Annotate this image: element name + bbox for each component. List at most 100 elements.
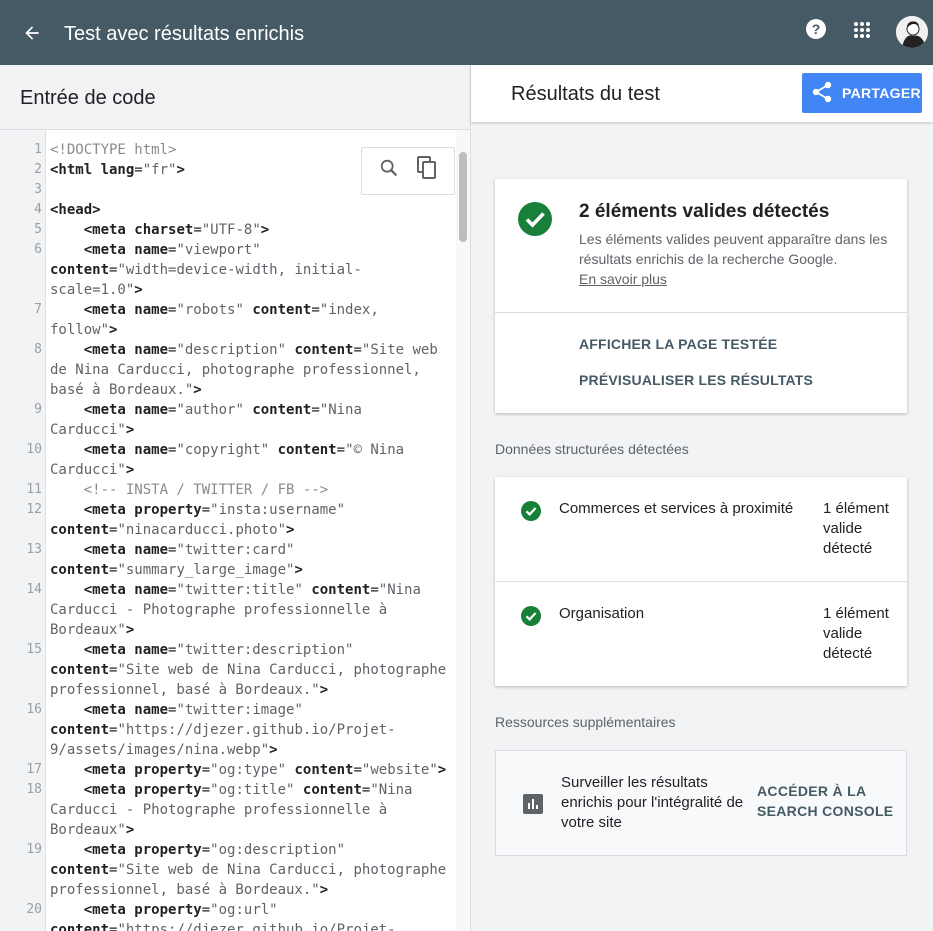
code-editor[interactable]: 1 <!DOCTYPE html> 2 <html lang="fr"> 3 4 <head… — [0, 130, 470, 931]
structured-data-card: Commerces et services à proximité 1 élém… — [495, 477, 907, 686]
code-line: <meta name="copyright" content="© Nina — [83, 442, 405, 458]
scrollbar-thumb[interactable] — [459, 152, 467, 242]
results-title: Résultats du test — [511, 83, 660, 105]
code-panel-header: Entrée de code — [0, 65, 470, 130]
resources-card: Surveiller les résultats enrichis pour l… — [495, 750, 907, 856]
code-line: content="Site web de Nina Carducci, phot… — [50, 662, 447, 678]
code-line: <meta name="viewport" — [83, 242, 261, 258]
code-line: <meta name="twitter:title" content="Nina — [83, 582, 421, 598]
app-header: Test avec résultats enrichis ? — [0, 0, 933, 65]
check-circle-icon — [521, 501, 541, 521]
results-panel: Résultats du test PARTAGER 2 éléments va… — [471, 65, 933, 931]
code-panel-title: Entrée de code — [20, 87, 156, 109]
code-line: <meta name="twitter:description" — [83, 642, 354, 658]
line-number: 17 — [26, 762, 42, 777]
apps-grid-icon[interactable] — [852, 20, 876, 44]
line-number: 9 — [34, 402, 42, 417]
code-line: <meta name="robots" content="index, — [83, 302, 379, 318]
code-line: follow"> — [50, 322, 118, 338]
line-number: 6 — [34, 242, 42, 257]
line-number: 10 — [26, 442, 42, 457]
line-number: 4 — [34, 202, 42, 217]
code-scrollbar[interactable] — [456, 130, 470, 931]
code-line: <!-- INSTA / TWITTER / FB --> — [50, 482, 329, 498]
line-number: 7 — [34, 302, 42, 317]
view-tested-page-button[interactable]: AFFICHER LA PAGE TESTÉE — [579, 336, 777, 352]
divider — [495, 312, 907, 313]
check-circle-icon — [517, 201, 553, 237]
check-circle-icon — [521, 606, 541, 626]
line-number: 3 — [34, 182, 42, 197]
share-icon — [812, 81, 832, 106]
code-line: basé à Bordeaux."> — [50, 382, 202, 398]
search-icon[interactable] — [378, 157, 400, 185]
code-line: Carducci - Photographe professionnelle à — [50, 802, 388, 818]
code-line: content="width=device-width, initial- — [50, 262, 362, 278]
line-number: 2 — [34, 162, 42, 177]
line-number: 1 — [34, 142, 42, 157]
structured-item-name: Commerces et services à proximité — [559, 500, 794, 517]
line-number: 20 — [26, 902, 42, 917]
code-line: <meta charset="UTF-8"> — [83, 222, 270, 238]
line-number: 15 — [26, 642, 42, 657]
preview-results-button[interactable]: PRÉVISUALISER LES RÉSULTATS — [579, 372, 813, 388]
app-title: Test avec résultats enrichis — [64, 23, 305, 45]
code-line: content="https://djezer.github.io/Projet… — [50, 722, 396, 738]
avatar[interactable] — [896, 16, 928, 48]
copy-icon[interactable] — [416, 156, 438, 186]
summary-title: 2 éléments valides détectés — [579, 201, 830, 222]
line-number: 16 — [26, 702, 42, 717]
line-number: 11 — [26, 482, 42, 497]
line-number: 14 — [26, 582, 42, 597]
code-line: Carducci"> — [50, 462, 135, 478]
results-header: Résultats du test PARTAGER — [471, 65, 933, 122]
code-line: <meta name="description" content="Site w… — [83, 342, 438, 358]
code-line: Carducci"> — [50, 422, 135, 438]
code-line: content="ninacarducci.photo"> — [50, 522, 295, 538]
code-line: Bordeaux"> — [50, 822, 135, 838]
bar-chart-icon — [523, 794, 543, 814]
code-tools — [361, 147, 455, 195]
code-line: content="summary_large_image"> — [50, 562, 303, 578]
code-line: <meta name="author" content="Nina — [83, 402, 362, 418]
structured-item-name: Organisation — [559, 605, 645, 622]
code-line: <meta property="og:title" content="Nina — [83, 782, 413, 798]
line-number: 12 — [26, 502, 42, 517]
structured-item-count: 1 élément valide détecté — [823, 605, 889, 662]
code-line: scale=1.0"> — [50, 282, 143, 298]
code-line: professionnel, basé à Bordeaux."> — [50, 682, 329, 698]
code-line: Carducci - Photographe professionnelle à — [50, 602, 388, 618]
summary-card: 2 éléments valides détectés Les éléments… — [495, 179, 907, 413]
resource-text: Surveiller les résultats enrichis pour l… — [561, 774, 744, 831]
learn-more-link[interactable]: En savoir plus — [579, 271, 667, 287]
arrow-back-icon[interactable] — [16, 17, 48, 49]
share-button[interactable]: PARTAGER — [802, 73, 922, 113]
code-line: <meta name="twitter:image" — [83, 702, 303, 718]
structured-item-organization[interactable]: Organisation 1 élément valide détecté — [495, 582, 907, 686]
code-line: content="Site web de Nina Carducci, phot… — [50, 862, 447, 878]
structured-data-heading: Données structurées détectées — [495, 441, 689, 457]
line-number: 18 — [26, 782, 42, 797]
structured-item-local-business[interactable]: Commerces et services à proximité 1 élém… — [495, 477, 907, 582]
code-line: professionnel, basé à Bordeaux."> — [50, 882, 329, 898]
svg-text:?: ? — [812, 21, 821, 37]
code-line: <meta name="twitter:card" — [83, 542, 295, 558]
line-number: 8 — [34, 342, 42, 357]
share-label: PARTAGER — [842, 85, 921, 101]
line-number: 13 — [26, 542, 42, 557]
line-number: 19 — [26, 842, 42, 857]
help-icon[interactable]: ? — [804, 17, 828, 41]
summary-description: Les éléments valides peuvent apparaître … — [579, 231, 888, 287]
code-line: <head> — [50, 202, 101, 218]
code-line: <meta property="insta:username" — [83, 502, 346, 518]
code-line: content="https://djezer.github.io/Projet… — [50, 922, 396, 931]
structured-item-count: 1 élément valide détecté — [823, 500, 889, 557]
code-line: <meta property="og:url" — [83, 902, 278, 918]
line-number: 5 — [34, 222, 42, 237]
code-line: <meta property="og:description" — [83, 842, 346, 858]
search-console-link[interactable]: ACCÉDER À LA SEARCH CONSOLE — [757, 781, 897, 821]
code-line: Bordeaux"> — [50, 622, 135, 638]
code-line: de Nina Carducci, photographe profession… — [50, 362, 421, 378]
code-input-panel: Entrée de code 1 <!DOCTYPE html> 2 <html la… — [0, 65, 471, 931]
code-line: <meta property="og:type" content="websit… — [83, 762, 447, 778]
